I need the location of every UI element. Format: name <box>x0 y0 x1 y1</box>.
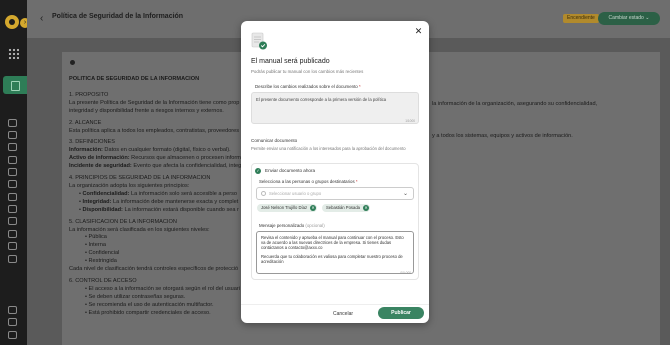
flow-icon[interactable] <box>8 180 17 188</box>
message-label: Mensaje personalizado (opcional) <box>259 223 325 228</box>
close-icon[interactable]: ✕ <box>414 27 423 36</box>
modal-subtitle: Podrás publicar tu manual con los cambio… <box>251 69 364 74</box>
search-icon <box>261 191 266 196</box>
clock-icon[interactable] <box>8 168 17 176</box>
sidebar-item-manuals-active[interactable] <box>3 76 27 94</box>
publish-modal: ✕ El manual será publicado Podrás public… <box>241 21 429 323</box>
recipients-placeholder: Seleccionar usuario o grupo <box>269 191 322 196</box>
changes-label: Describe los cambios realizados sobre el… <box>255 84 361 89</box>
chart-icon[interactable] <box>8 193 17 201</box>
chevron-down-icon: ⌄ <box>402 191 408 197</box>
cancel-button[interactable]: Cancelar <box>333 311 353 317</box>
box-icon[interactable] <box>8 230 17 238</box>
tag-icon[interactable] <box>8 242 17 250</box>
users-icon[interactable] <box>8 205 17 213</box>
status-badge: Encendiente <box>563 14 599 23</box>
document-menu-icon[interactable] <box>70 60 75 65</box>
settings-icon[interactable] <box>8 331 17 339</box>
recipients-select[interactable]: Seleccionar usuario o grupo ⌄ <box>256 187 414 200</box>
message-counter: 0/0.000 <box>400 271 411 275</box>
remove-chip-icon[interactable]: ✕ <box>363 205 369 211</box>
changes-value: El presente documento corresponde a la p… <box>256 97 387 102</box>
recipient-chip: José Nelson Trujillo Díaz ✕ <box>257 204 318 212</box>
list-icon[interactable] <box>8 131 17 139</box>
link-icon[interactable] <box>8 255 17 263</box>
message-paragraph: Revisa el contenido y aprueba el manual … <box>261 235 404 250</box>
changes-counter: 1/1000 <box>405 119 415 123</box>
change-status-button[interactable]: Cambiar estado ⌄ <box>598 12 660 25</box>
modal-title: El manual será publicado <box>251 58 330 65</box>
change-status-label: Cambiar estado <box>608 15 644 21</box>
back-arrow-icon[interactable]: ‹ <box>40 13 43 24</box>
modal-footer-divider <box>241 304 429 305</box>
message-textarea[interactable]: Revisa el contenido y aprueba el manual … <box>256 231 414 274</box>
app-logo-icon <box>5 15 19 29</box>
recipients-label: Selecciona a las personas o grupos desti… <box>259 179 358 184</box>
help-icon[interactable] <box>8 306 17 314</box>
doc-line-continuation: la información de la organización, asegu… <box>432 101 598 107</box>
monitor-icon[interactable] <box>8 119 17 127</box>
doc-line-continuation: y a todos los sistemas, equipos y activo… <box>432 133 573 139</box>
communicate-title: Comunicar documento <box>251 138 298 143</box>
refresh-icon[interactable] <box>8 156 17 164</box>
changes-textarea[interactable]: El presente documento corresponde a la p… <box>251 92 419 124</box>
remove-chip-icon[interactable]: ✕ <box>310 205 317 211</box>
sidebar: › <box>0 0 30 345</box>
communicate-description: Permite enviar una notificación a los in… <box>251 146 406 151</box>
recipient-chip: Sebastián Posada ✕ <box>322 204 370 212</box>
publish-button[interactable]: Publicar <box>378 307 424 319</box>
user-icon[interactable] <box>8 318 17 326</box>
apps-grid-icon[interactable] <box>8 48 19 59</box>
document-check-icon <box>251 32 267 50</box>
message-paragraph: Recuerda que tu colaboración es valiosa … <box>261 254 403 264</box>
document-icon[interactable] <box>8 143 17 151</box>
page-title: Política de Seguridad de la Información <box>52 13 184 20</box>
send-now-checkbox[interactable]: ✓ <box>255 168 261 174</box>
folder-icon[interactable] <box>8 217 17 225</box>
send-now-label: Enviar documento ahora <box>265 168 316 173</box>
